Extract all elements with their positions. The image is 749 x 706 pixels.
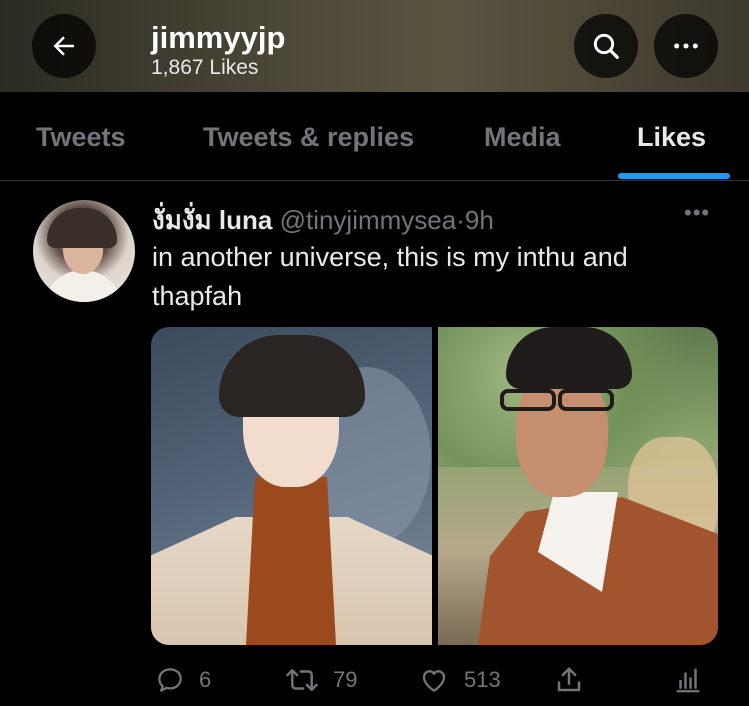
- tweet-media[interactable]: [151, 327, 718, 645]
- share-icon: [557, 667, 581, 692]
- page-title: jimmyyjp: [151, 20, 286, 55]
- share-button[interactable]: [554, 664, 584, 696]
- analytics-button[interactable]: [673, 664, 703, 696]
- retweet-button[interactable]: 79: [285, 664, 357, 696]
- tweet-time[interactable]: 9h: [465, 205, 494, 235]
- analytics-icon: [676, 668, 700, 693]
- more-options-button[interactable]: [654, 14, 718, 78]
- arrow-left-icon: [53, 36, 74, 56]
- profile-tabs: Tweets Tweets & replies Media Likes: [0, 92, 749, 181]
- active-tab-indicator: [618, 173, 730, 179]
- author-handle[interactable]: @tinyjimmysea: [280, 205, 457, 235]
- likes-count: 1,867 Likes: [151, 56, 259, 79]
- more-horizontal-icon: [674, 43, 698, 49]
- tab-media[interactable]: Media: [484, 122, 561, 153]
- author-name[interactable]: งั่มงั่ม luna: [152, 205, 272, 235]
- avatar[interactable]: [33, 200, 135, 302]
- retweet-count: 79: [333, 667, 358, 692]
- tweet-more-button[interactable]: •••: [684, 200, 710, 226]
- tab-tweets[interactable]: Tweets: [36, 122, 126, 153]
- photo-right[interactable]: [438, 327, 718, 645]
- heart-icon: [422, 670, 446, 692]
- tab-tweets-and-replies[interactable]: Tweets & replies: [203, 122, 414, 153]
- tweet-text: in another universe, this is my inthu an…: [152, 242, 628, 311]
- search-button[interactable]: [574, 14, 638, 78]
- search-icon: [593, 33, 619, 59]
- tab-likes[interactable]: Likes: [637, 122, 706, 153]
- retweet-icon: [286, 669, 318, 691]
- like-count: 513: [464, 667, 501, 692]
- tweet-header: งั่มงั่ม luna @tinyjimmysea·9h: [152, 200, 494, 241]
- meta-separator: ·: [456, 205, 465, 235]
- back-button[interactable]: [32, 14, 96, 78]
- reply-icon: [158, 668, 182, 692]
- profile-header: jimmyyjp 1,867 Likes: [0, 0, 749, 92]
- reply-button[interactable]: 6: [155, 664, 211, 696]
- photo-left[interactable]: [151, 327, 432, 645]
- like-button[interactable]: 513: [418, 664, 501, 696]
- reply-count: 6: [199, 667, 212, 692]
